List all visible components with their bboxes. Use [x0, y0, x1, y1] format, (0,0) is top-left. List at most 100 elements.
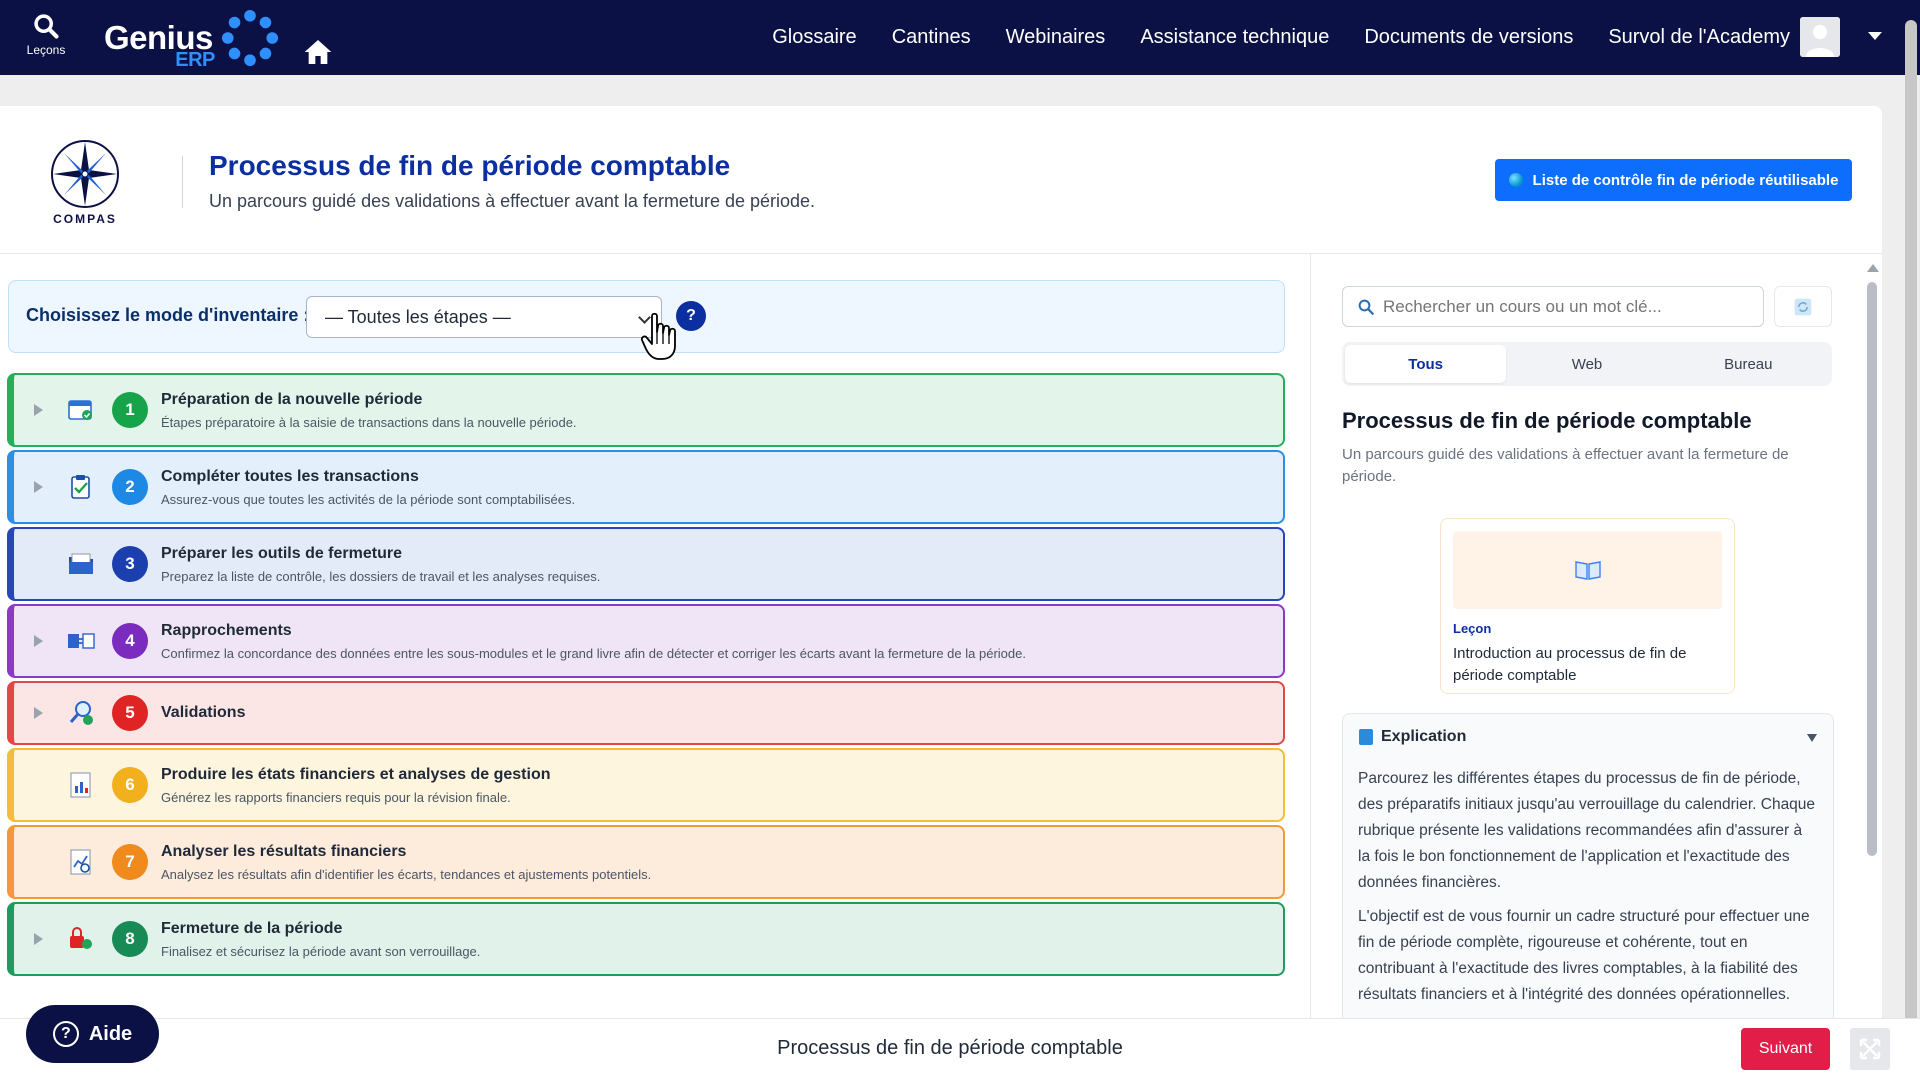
expand-arrow-icon[interactable] [34, 707, 43, 719]
course-search-input[interactable] [1383, 296, 1743, 317]
expand-arrow-icon[interactable] [34, 404, 43, 416]
inventory-mode-bar: Choisissez le mode d'inventaire : — Tout… [8, 280, 1285, 353]
step-row-3[interactable]: 3 Préparer les outils de fermeture Prepare… [7, 527, 1285, 601]
lesson-thumbnail [1453, 531, 1722, 609]
step-title: Préparation de la nouvelle période [161, 391, 423, 408]
platform-filter-tabs: Tous Web Bureau [1342, 342, 1832, 386]
open-book-icon [1574, 561, 1601, 580]
step-title: Validations [161, 704, 246, 721]
step-title: Préparer les outils de fermeture [161, 545, 402, 562]
right-panel-scrollbar[interactable] [1867, 260, 1879, 860]
compas-wordmark: COMPAS [53, 212, 117, 226]
compas-logo: COMPAS [46, 138, 124, 230]
page-scrollbar[interactable] [1905, 20, 1917, 1030]
step-title: Analyser les résultats financiers [161, 843, 407, 860]
scrollbar-thumb[interactable] [1867, 282, 1877, 856]
expand-arrow-icon[interactable] [34, 635, 43, 647]
tab-tous[interactable]: Tous [1345, 345, 1507, 383]
explanation-paragraph-2: L'objectif est de vous fournir un cadre … [1358, 908, 1810, 1003]
clipboard-check-icon [71, 475, 90, 499]
report-chart-icon [70, 772, 91, 798]
reusable-checklist-button[interactable]: Liste de contrôle fin de période réutili… [1495, 159, 1852, 201]
nav-cantines[interactable]: Cantines [892, 26, 971, 49]
collapse-triangle-icon[interactable] [1807, 734, 1817, 742]
main-nav-links: Glossaire Cantines Webinaires Assistance… [772, 0, 1790, 75]
refresh-button[interactable] [1774, 286, 1832, 327]
refresh-icon [1794, 298, 1812, 315]
expand-arrow-icon[interactable] [34, 933, 43, 945]
fullscreen-button[interactable] [1850, 1028, 1890, 1070]
brand-name: Genius ERP [104, 19, 215, 71]
step-description: Étapes préparatoire à la saisie de trans… [161, 415, 577, 430]
step-row-4[interactable]: 4 Rapprochements Confirmez la concordance … [7, 604, 1285, 678]
top-navigation-bar: Leçons Genius ERP Glossaire Cantines Webi… [0, 0, 1920, 75]
globe-icon [1508, 173, 1523, 187]
book-icon [1359, 729, 1373, 745]
step-row-5[interactable]: 5 Validations [7, 681, 1285, 745]
chevron-down-icon[interactable] [1868, 32, 1882, 40]
step-number-badge: 5 [112, 695, 148, 731]
fullscreen-icon [1859, 1038, 1881, 1060]
genius-erp-logo[interactable]: Genius ERP [104, 8, 279, 71]
expand-arrow-icon[interactable] [34, 481, 43, 493]
right-panel-title: Processus de fin de période comptable [1342, 408, 1752, 433]
step-description: Confirmez la concordance des données ent… [161, 646, 1026, 661]
step-description: Preparez la liste de contrôle, les dossi… [161, 569, 601, 584]
explanation-title: Explication [1381, 728, 1467, 745]
step-description: Analysez les résultats afin d'identifier… [161, 867, 652, 882]
nav-assistance-technique[interactable]: Assistance technique [1140, 26, 1329, 49]
nav-webinaires[interactable]: Webinaires [1006, 26, 1106, 49]
folder-icon [69, 553, 93, 574]
lesson-tag: Leçon [1453, 621, 1492, 636]
step-title: Rapprochements [161, 622, 292, 639]
step-number-badge: 3 [112, 546, 148, 582]
magnifier-check-icon [69, 701, 93, 725]
step-row-6[interactable]: 6 Produire les états financiers et analys… [7, 748, 1285, 822]
home-icon[interactable] [302, 36, 334, 68]
step-description: Finalisez et sécurisez la période avant … [161, 944, 481, 959]
nav-survol-academy[interactable]: Survol de l'Academy [1608, 26, 1790, 49]
step-row-8[interactable]: 8 Fermeture de la période Finalisez et séc… [7, 902, 1285, 976]
nav-documents-de-versions[interactable]: Documents de versions [1364, 26, 1573, 49]
chevron-down-icon [638, 311, 651, 324]
nav-glossaire[interactable]: Glossaire [772, 26, 856, 49]
lock-close-icon [70, 927, 92, 949]
user-silhouette-icon [1800, 17, 1840, 57]
course-header: COMPAS Processus de fin de période compt… [0, 106, 1882, 254]
page-subtitle: Un parcours guidé des validations à effe… [209, 191, 816, 211]
right-panel-subtitle: Un parcours guidé des validations à effe… [1342, 446, 1789, 485]
right-panel-divider [1310, 254, 1311, 1024]
lessons-search-button[interactable]: Leçons [24, 12, 68, 64]
step-row-2[interactable]: 2 Compléter toutes les transactions Assure… [7, 450, 1285, 524]
compass-rose-icon [51, 140, 119, 208]
tab-bureau[interactable]: Bureau [1668, 345, 1829, 383]
checklist-button-label: Liste de contrôle fin de période réutili… [1532, 171, 1839, 189]
tab-web[interactable]: Web [1506, 345, 1667, 383]
lesson-card[interactable]: Leçon Introduction au processus de fin d… [1440, 518, 1735, 694]
mode-help-button[interactable]: ? [676, 301, 706, 331]
step-row-7[interactable]: 7 Analyser les résultats financiers Analys… [7, 825, 1285, 899]
avatar[interactable] [1800, 17, 1840, 57]
page-title: Processus de fin de période comptable [209, 150, 731, 181]
calendar-check-icon [68, 400, 92, 420]
explanation-header[interactable]: Explication [1359, 728, 1466, 746]
lesson-title: Introduction au processus de fin de péri… [1453, 645, 1687, 684]
inventory-mode-select[interactable]: — Toutes les étapes — [306, 296, 662, 338]
next-button[interactable]: Suivant [1741, 1028, 1830, 1070]
scroll-up-arrow-icon[interactable] [1867, 264, 1879, 272]
step-number-badge: 6 [112, 767, 148, 803]
step-number-badge: 2 [112, 469, 148, 505]
step-number-badge: 8 [112, 921, 148, 957]
inventory-mode-selected-value: — Toutes les étapes — [325, 306, 511, 327]
bottom-course-title: Processus de fin de période comptable [777, 1037, 1123, 1059]
step-title: Produire les états financiers et analyse… [161, 766, 551, 783]
inventory-mode-label: Choisissez le mode d'inventaire : [26, 305, 310, 325]
explanation-panel: Explication Parcourez les différentes ét… [1342, 713, 1834, 1025]
reconcile-icon [68, 633, 95, 649]
step-number-badge: 7 [112, 844, 148, 880]
brand-suffix: ERP [175, 49, 215, 71]
brand-ring-icon [221, 9, 278, 67]
analysis-chart-icon [70, 849, 91, 875]
step-row-1[interactable]: 1 Préparation de la nouvelle période Étape… [7, 373, 1285, 447]
course-search-field[interactable] [1342, 286, 1764, 327]
